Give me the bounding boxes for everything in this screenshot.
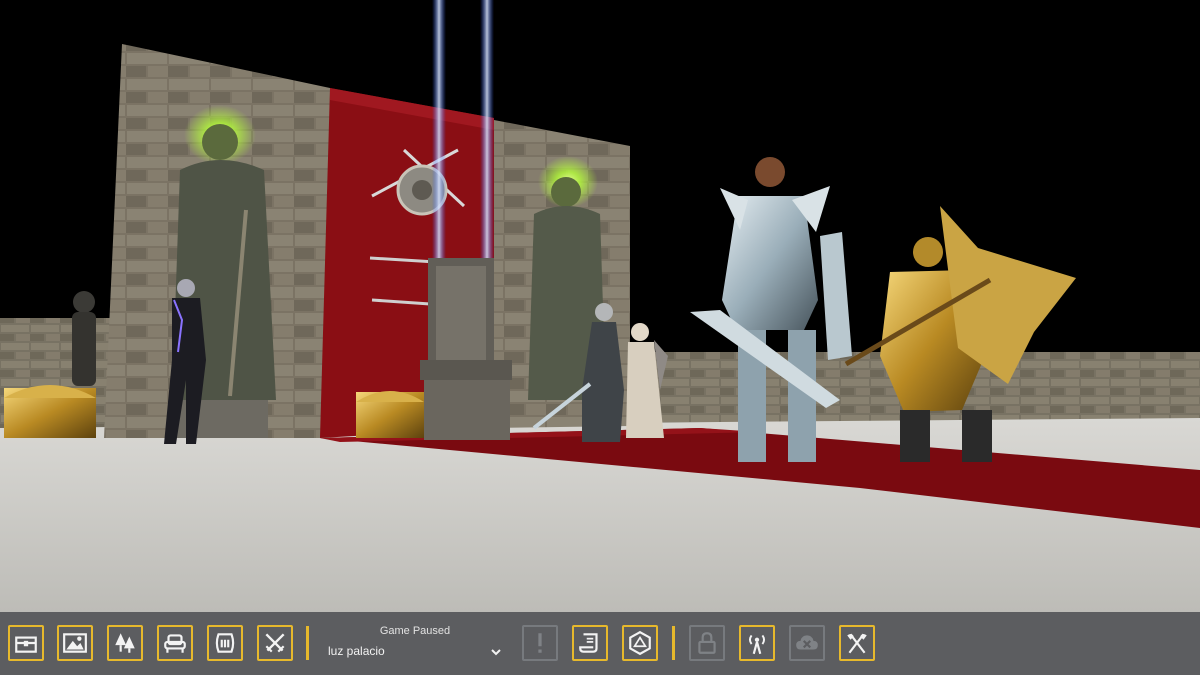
alert-button[interactable] <box>522 625 558 661</box>
broadcast-tower-icon <box>748 634 766 655</box>
trees-button[interactable] <box>107 625 143 661</box>
cloud-off-icon <box>796 635 818 650</box>
game-viewport[interactable] <box>0 0 1200 612</box>
image-button[interactable] <box>57 625 93 661</box>
golden-chest-icon <box>4 385 96 438</box>
scroll-icon <box>579 633 598 653</box>
dark-statue-icon <box>72 291 96 386</box>
toolbar-separator <box>306 626 309 660</box>
lock-button[interactable] <box>689 625 725 661</box>
golden-chest-icon <box>356 391 424 438</box>
armchair-icon <box>164 634 186 653</box>
trees-icon <box>115 633 135 653</box>
cloud-button[interactable] <box>789 625 825 661</box>
chest-icon <box>15 636 37 653</box>
combat-button[interactable] <box>257 625 293 661</box>
scroll-button[interactable] <box>572 625 608 661</box>
toolbar-separator <box>672 626 675 660</box>
crossed-axes-icon <box>847 633 867 654</box>
axes-button[interactable] <box>839 625 875 661</box>
scene-select[interactable]: luz palacio <box>328 644 508 662</box>
scene-render <box>0 0 1200 612</box>
game-paused-label: Game Paused <box>379 625 451 637</box>
broadcast-button[interactable] <box>739 625 775 661</box>
lock-icon <box>698 632 716 654</box>
exclamation-icon <box>538 633 542 653</box>
barrel-button[interactable] <box>207 625 243 661</box>
barrel-icon <box>215 633 235 653</box>
chest-button[interactable] <box>8 625 44 661</box>
game-status: Game Paused luz palacio <box>320 625 510 663</box>
bottom-toolbar: Game Paused luz palacio <box>0 612 1200 675</box>
landscape-image-icon <box>63 633 87 653</box>
scene-select-value: luz palacio <box>328 644 385 658</box>
crossed-swords-icon <box>265 633 285 653</box>
chevron-down-icon <box>491 649 501 656</box>
dice-button[interactable] <box>622 625 658 661</box>
furniture-button[interactable] <box>157 625 193 661</box>
dice-icon <box>629 630 651 656</box>
